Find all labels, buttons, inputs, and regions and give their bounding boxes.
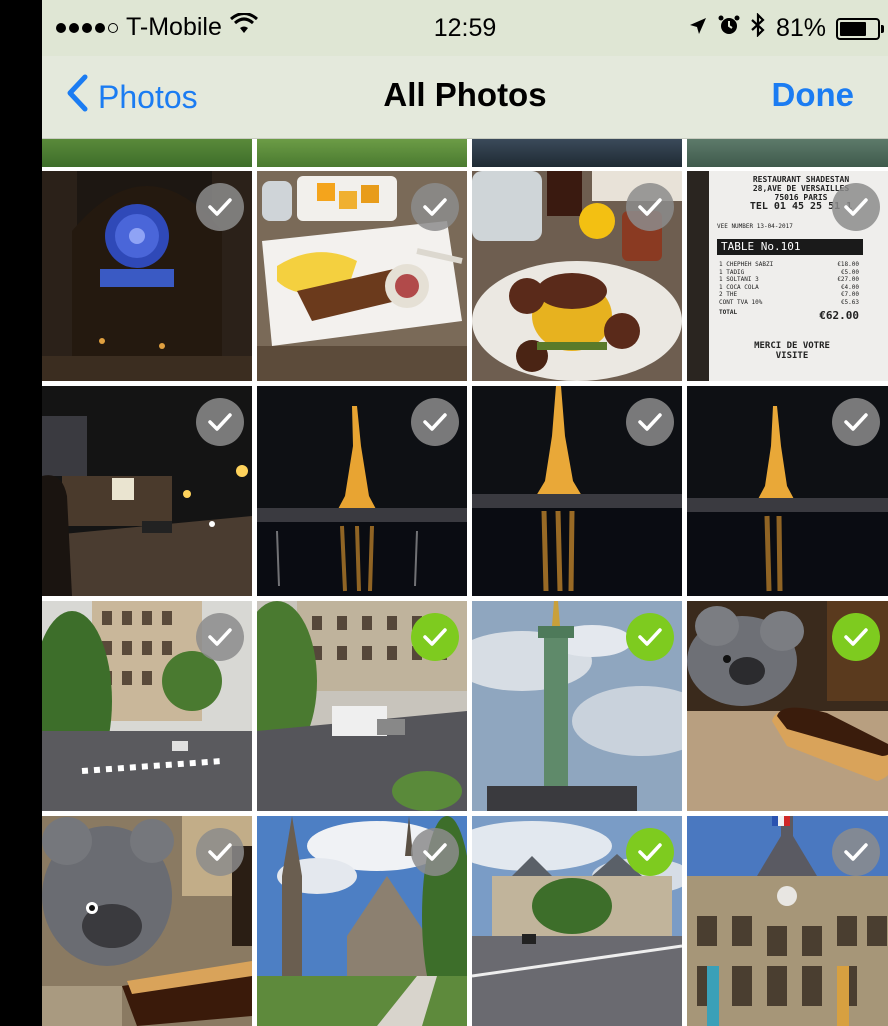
receipt-date: VEE NUMBER 13-04-2017: [717, 223, 793, 230]
photo-thumbnail-partial[interactable]: [472, 139, 682, 167]
location-arrow-icon: [688, 14, 708, 43]
photo-thumbnail[interactable]: [687, 816, 888, 1026]
selection-check-icon[interactable]: [196, 183, 244, 231]
photo-thumbnail-partial[interactable]: [257, 139, 467, 167]
status-right: 81%: [688, 12, 884, 44]
status-bar: T-Mobile 12:59 81%: [42, 0, 888, 56]
selection-check-icon[interactable]: [196, 398, 244, 446]
selection-check-icon[interactable]: [832, 828, 880, 876]
photo-thumbnail-receipt[interactable]: RESTAURANT SHADESTAN 28,AVE DE VERSAILLE…: [687, 171, 888, 381]
battery-percent: 81%: [775, 14, 826, 42]
selection-check-icon[interactable]: [411, 828, 459, 876]
photo-thumbnail[interactable]: [472, 386, 682, 596]
photo-grid: RESTAURANT SHADESTAN 28,AVE DE VERSAILLE…: [42, 139, 888, 1026]
selection-check-icon-selected[interactable]: [411, 613, 459, 661]
selection-check-icon[interactable]: [196, 613, 244, 661]
photo-thumbnail[interactable]: [257, 816, 467, 1026]
alarm-clock-icon: [718, 14, 740, 43]
bluetooth-icon: [750, 12, 766, 44]
receipt-line: 1 SOLTANI 3 €27.00: [719, 276, 859, 283]
navigation-bar: Photos All Photos Done: [42, 56, 888, 139]
photo-thumbnail[interactable]: [257, 601, 467, 811]
photo-thumbnail[interactable]: [42, 816, 252, 1026]
photo-thumbnail[interactable]: [472, 171, 682, 381]
selection-check-icon-selected[interactable]: [832, 613, 880, 661]
selection-check-icon[interactable]: [411, 183, 459, 231]
phone-screen: T-Mobile 12:59 81% Photos All Photos Don…: [42, 0, 888, 1026]
receipt-line: 1 COCA COLA €4.00: [719, 283, 859, 291]
receipt-line: 2 THE €7.00: [719, 291, 859, 298]
selection-check-icon[interactable]: [832, 398, 880, 446]
page-title: All Photos: [383, 76, 547, 113]
receipt-items: 1 CHEPHEH SABZI €18.00 1 TADIG €5.00 1 SOLTA…: [719, 261, 859, 306]
photo-thumbnail[interactable]: [257, 386, 467, 596]
done-button[interactable]: Done: [772, 76, 855, 114]
selection-check-icon[interactable]: [411, 398, 459, 446]
photo-thumbnail[interactable]: [42, 386, 252, 596]
photo-thumbnail[interactable]: [42, 601, 252, 811]
selection-check-icon-selected[interactable]: [626, 828, 674, 876]
photo-thumbnail[interactable]: [42, 171, 252, 381]
photo-thumbnail[interactable]: [472, 601, 682, 811]
selection-check-icon[interactable]: [626, 183, 674, 231]
photo-thumbnail[interactable]: [687, 386, 888, 596]
receipt-table: TABLE No.101: [717, 239, 863, 255]
battery-icon: [836, 17, 884, 40]
photo-thumbnail[interactable]: [687, 601, 888, 811]
photo-thumbnail-partial[interactable]: [42, 139, 252, 167]
selection-check-icon[interactable]: [832, 183, 880, 231]
receipt-thanks: MERCI DE VOTRE VISITE: [754, 341, 830, 361]
photo-thumbnail[interactable]: [257, 171, 467, 381]
selection-check-icon[interactable]: [626, 398, 674, 446]
left-letterbox: [0, 0, 42, 1026]
photo-thumbnail-partial[interactable]: [687, 139, 888, 167]
receipt-line: 1 TADIG €5.00: [719, 268, 859, 276]
selection-check-icon-selected[interactable]: [626, 613, 674, 661]
selection-check-icon[interactable]: [196, 828, 244, 876]
photo-thumbnail[interactable]: [472, 816, 682, 1026]
receipt-line: 1 CHEPHEH SABZI €18.00: [719, 261, 859, 268]
receipt-total: TOTAL €62.00: [719, 309, 859, 322]
receipt-line: CONT TVA 10% €5.63: [719, 298, 859, 306]
